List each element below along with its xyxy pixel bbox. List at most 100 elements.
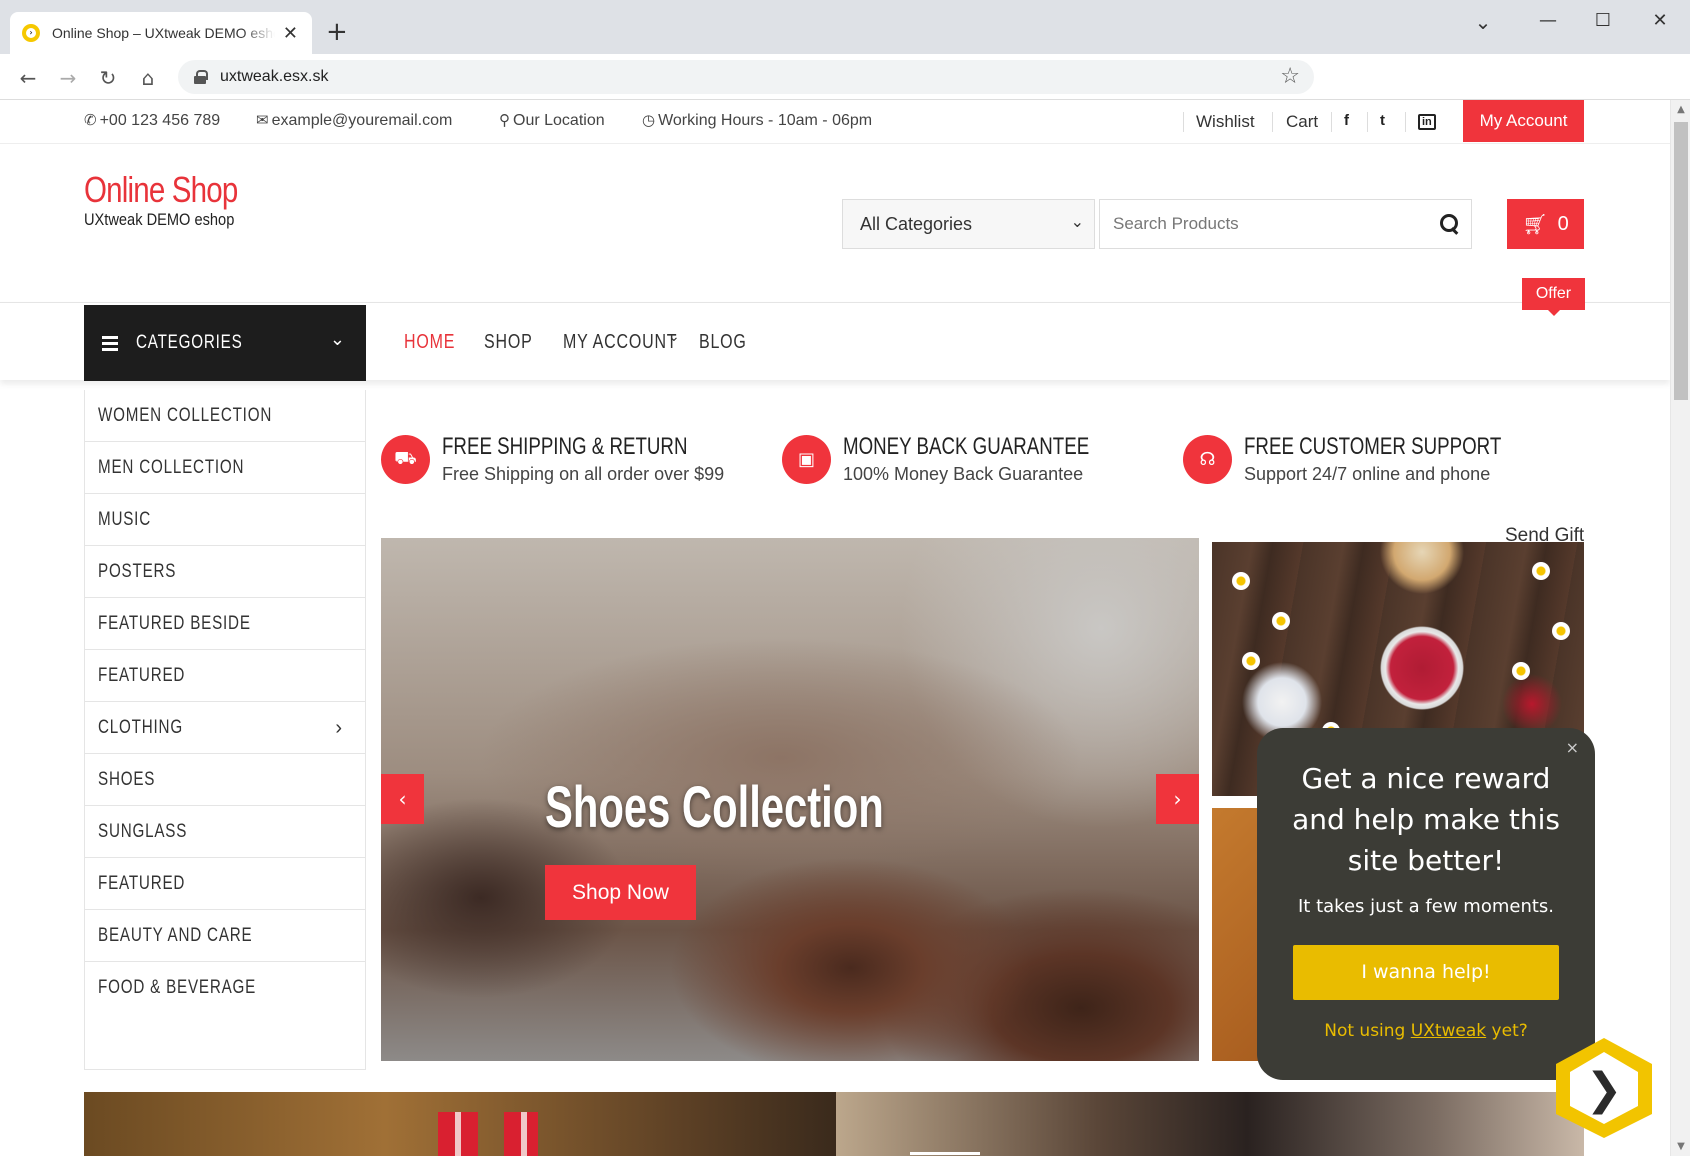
bottom-banner-gifts[interactable] bbox=[84, 1092, 836, 1156]
linkedin-icon[interactable]: in bbox=[1418, 114, 1436, 130]
gift-box-icon bbox=[504, 1112, 538, 1156]
site-logo[interactable]: Online Shop UXtweak DEMO eshop bbox=[84, 170, 271, 230]
address-bar-row: ← → ↻ ⌂ uxtweak.esx.sk ☆ bbox=[0, 54, 1690, 100]
tab-close-icon[interactable]: ✕ bbox=[281, 23, 300, 44]
email-info[interactable]: ✉ example@youremail.com bbox=[256, 111, 452, 130]
nav-my-account[interactable]: MY ACCOUNT bbox=[563, 331, 677, 354]
sidebar-item-featured-beside[interactable]: FEATURED BESIDE bbox=[85, 598, 365, 650]
brand-name: Online Shop bbox=[84, 169, 238, 210]
home-icon[interactable]: ⌂ bbox=[134, 64, 162, 92]
svg-text:❯: ❯ bbox=[1586, 1064, 1623, 1115]
nav-home[interactable]: HOME bbox=[404, 331, 455, 354]
sidebar-item-clothing[interactable]: CLOTHING › bbox=[85, 702, 365, 754]
close-window-button[interactable]: ✕ bbox=[1640, 10, 1680, 31]
sidebar-item-shoes[interactable]: SHOES bbox=[85, 754, 365, 806]
top-info-bar: ✆ +00 123 456 789 ✉ example@youremail.com … bbox=[0, 100, 1670, 144]
uxtweak-badge-icon[interactable]: ❯ bbox=[1548, 1034, 1660, 1142]
feature-title: FREE SHIPPING & RETURN bbox=[442, 433, 688, 460]
help-button[interactable]: I wanna help! bbox=[1293, 945, 1559, 1000]
scroll-down-icon[interactable]: ▼ bbox=[1671, 1141, 1690, 1152]
nav-shop[interactable]: SHOP bbox=[484, 331, 533, 354]
feature-shipping: ⛟ FREE SHIPPING & RETURN Free Shipping o… bbox=[381, 432, 757, 485]
sidebar-item-music[interactable]: MUSIC bbox=[85, 494, 365, 546]
slider-next-button[interactable]: › bbox=[1156, 774, 1199, 824]
sidebar-item-posters[interactable]: POSTERS bbox=[85, 546, 365, 598]
category-sidebar: WOMEN COLLECTION MEN COLLECTION MUSIC PO… bbox=[84, 390, 366, 1070]
hours-text: Working Hours - 10am - 06pm bbox=[658, 112, 873, 129]
uxtweak-link[interactable]: UXtweak bbox=[1411, 1021, 1486, 1041]
sidebar-item-food-beverage[interactable]: FOOD & BEVERAGE bbox=[85, 962, 365, 1014]
nav-blog[interactable]: BLOG bbox=[699, 331, 747, 354]
categories-toggle[interactable]: CATEGORIES ⌄ bbox=[84, 305, 366, 381]
location-text: Our Location bbox=[513, 112, 605, 129]
browser-tab[interactable]: › Online Shop – UXtweak DEMO eshop ✕ bbox=[10, 12, 312, 54]
search-box bbox=[1099, 199, 1472, 249]
category-select[interactable]: All Categories ⌄ bbox=[842, 199, 1095, 249]
main-nav: CATEGORIES ⌄ HOME SHOP MY ACCOUNT ⌄ BLOG… bbox=[0, 302, 1670, 546]
lock-icon bbox=[194, 70, 208, 84]
scrollbar-thumb[interactable] bbox=[1674, 122, 1688, 400]
cart-button[interactable]: 🛒︎ 0 bbox=[1507, 199, 1584, 249]
url-input[interactable]: uxtweak.esx.sk ☆ bbox=[178, 60, 1314, 94]
page-scrollbar[interactable]: ▲ ▼ bbox=[1670, 100, 1690, 1156]
bookmark-star-icon[interactable]: ☆ bbox=[1280, 64, 1300, 89]
chevron-down-icon: ⌄ bbox=[668, 329, 680, 345]
truck-icon: ⛟ bbox=[381, 435, 430, 484]
cart-icon: 🛒︎ bbox=[1522, 213, 1548, 236]
feedback-popup: × Get a nice reward and help make this s… bbox=[1257, 728, 1595, 1080]
cart-count: 0 bbox=[1557, 212, 1569, 235]
new-tab-button[interactable]: + bbox=[326, 18, 348, 46]
email-address: example@youremail.com bbox=[271, 112, 453, 129]
popup-subtitle: It takes just a few moments. bbox=[1297, 896, 1555, 917]
feature-money-back: ▣ MONEY BACK GUARANTEE 100% Money Back G… bbox=[782, 432, 1159, 485]
uxtweak-favicon-icon: › bbox=[22, 24, 40, 42]
chevron-down-icon: ⌄ bbox=[1070, 214, 1084, 231]
twitter-icon[interactable]: t bbox=[1380, 112, 1385, 129]
feature-subtitle: Free Shipping on all order over $99 bbox=[442, 464, 725, 484]
money-icon: ▣ bbox=[782, 435, 831, 484]
feature-title: MONEY BACK GUARANTEE bbox=[843, 433, 1090, 460]
back-icon[interactable]: ← bbox=[14, 64, 42, 92]
hero-slider: Shoes Collection Shop Now ‹ › bbox=[381, 538, 1199, 1061]
gift-box-icon bbox=[438, 1112, 478, 1156]
envelope-icon: ✉ bbox=[256, 112, 269, 129]
url-text: uxtweak.esx.sk bbox=[220, 68, 329, 85]
search-input[interactable] bbox=[1100, 200, 1400, 248]
divider bbox=[1272, 112, 1273, 132]
browser-window: › Online Shop – UXtweak DEMO eshop ✕ + ⌄… bbox=[0, 0, 1690, 1156]
sidebar-item-featured-2[interactable]: FEATURED bbox=[85, 858, 365, 910]
close-icon[interactable]: × bbox=[1566, 738, 1579, 757]
feature-title: FREE CUSTOMER SUPPORT bbox=[1244, 433, 1502, 460]
clock-icon: ◷ bbox=[642, 112, 656, 129]
feature-support: ☊ FREE CUSTOMER SUPPORT Support 24/7 onl… bbox=[1183, 432, 1574, 485]
slider-prev-button[interactable]: ‹ bbox=[381, 774, 424, 824]
phone-number: +00 123 456 789 bbox=[99, 112, 221, 129]
wishlist-link[interactable]: Wishlist bbox=[1196, 112, 1255, 132]
sidebar-item-beauty-and-care[interactable]: BEAUTY AND CARE bbox=[85, 910, 365, 962]
my-account-button[interactable]: My Account bbox=[1463, 100, 1584, 142]
maximize-button[interactable]: ☐ bbox=[1583, 10, 1623, 31]
sidebar-item-featured[interactable]: FEATURED bbox=[85, 650, 365, 702]
divider bbox=[1183, 112, 1184, 132]
sidebar-item-women-collection[interactable]: WOMEN COLLECTION bbox=[85, 390, 365, 442]
bottom-banner-fashion[interactable] bbox=[836, 1092, 1584, 1156]
forward-icon[interactable]: → bbox=[54, 64, 82, 92]
shop-now-button[interactable]: Shop Now bbox=[545, 865, 696, 920]
facebook-icon[interactable]: f bbox=[1344, 112, 1349, 129]
phone-info: ✆ +00 123 456 789 bbox=[84, 111, 220, 130]
tab-title: Online Shop – UXtweak DEMO eshop bbox=[52, 25, 275, 41]
feature-subtitle: 100% Money Back Guarantee bbox=[843, 464, 1084, 484]
reload-icon[interactable]: ↻ bbox=[94, 64, 122, 92]
offer-badge: Offer bbox=[1522, 278, 1585, 316]
search-icon[interactable] bbox=[1439, 213, 1461, 235]
hours-info: ◷ Working Hours - 10am - 06pm bbox=[642, 111, 872, 130]
scroll-up-icon[interactable]: ▲ bbox=[1671, 104, 1690, 115]
sidebar-item-sunglass[interactable]: SUNGLASS bbox=[85, 806, 365, 858]
minimize-button[interactable]: — bbox=[1528, 10, 1568, 31]
map-pin-icon: ⚲ bbox=[499, 112, 510, 129]
sidebar-item-men-collection[interactable]: MEN COLLECTION bbox=[85, 442, 365, 494]
tab-search-icon[interactable]: ⌄ bbox=[1463, 10, 1503, 34]
cart-link[interactable]: Cart bbox=[1286, 112, 1318, 132]
location-info[interactable]: ⚲ Our Location bbox=[499, 111, 605, 130]
chevron-down-icon: ⌄ bbox=[329, 329, 346, 349]
